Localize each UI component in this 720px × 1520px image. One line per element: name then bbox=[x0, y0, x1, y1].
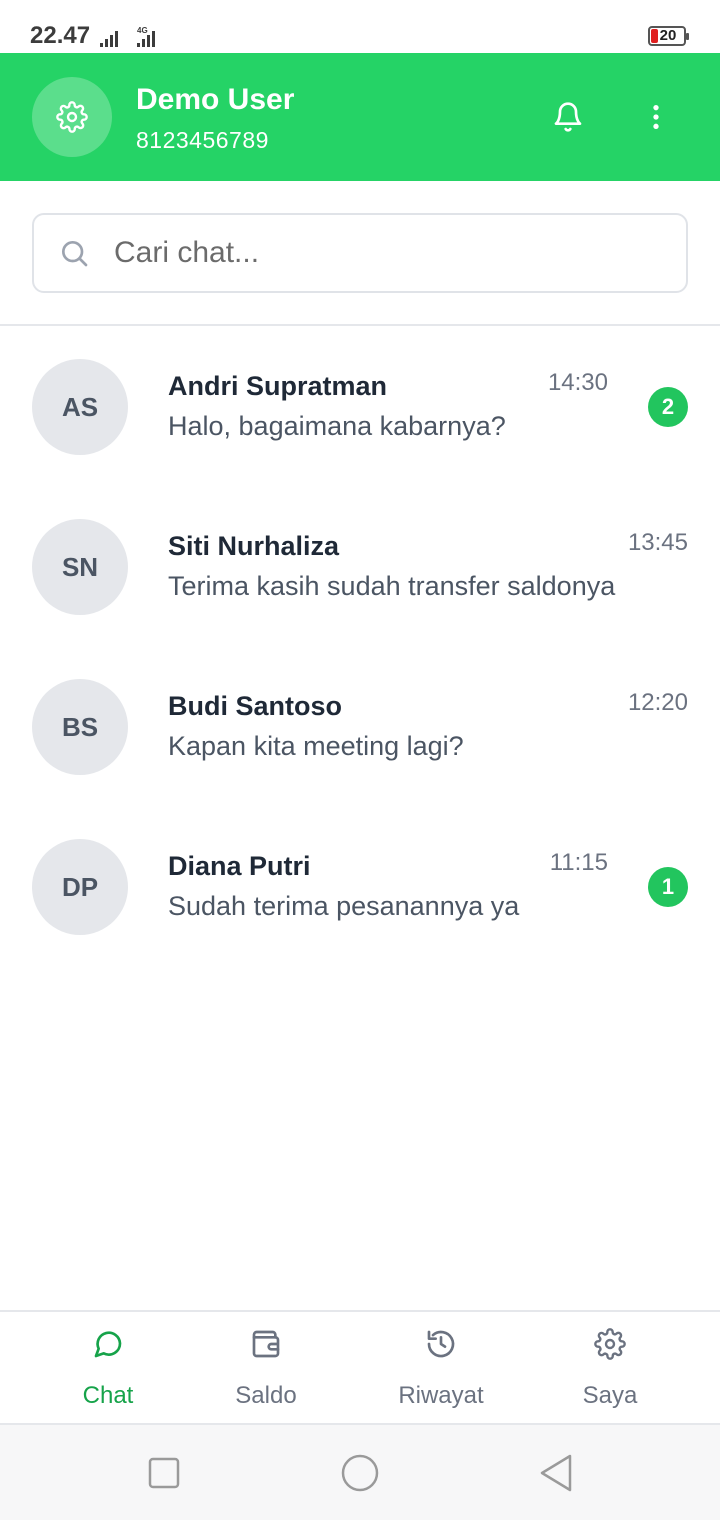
more-vertical-icon bbox=[653, 105, 659, 129]
nav-label: Saldo bbox=[235, 1382, 297, 1409]
nav-item-riwayat[interactable]: Riwayat bbox=[381, 1312, 501, 1425]
history-icon bbox=[427, 1330, 455, 1358]
search-input[interactable] bbox=[114, 229, 654, 277]
app-header: Demo User 8123456789 bbox=[0, 53, 720, 181]
message-time: 14:30 bbox=[547, 369, 608, 396]
message-time: 13:45 bbox=[627, 529, 688, 556]
chat-list: AS Andri Supratman Halo, bagaimana kabar… bbox=[0, 327, 720, 967]
avatar: DP bbox=[32, 839, 128, 935]
chat-bubble-icon bbox=[94, 1331, 122, 1358]
triangle-back-icon bbox=[540, 1454, 572, 1492]
contact-name: Diana Putri bbox=[168, 851, 311, 881]
wallet-icon bbox=[252, 1330, 280, 1358]
user-phone: 8123456789 bbox=[136, 127, 269, 153]
nav-label: Riwayat bbox=[398, 1382, 484, 1409]
battery-level: 20 bbox=[659, 27, 677, 44]
profile-avatar[interactable] bbox=[32, 77, 112, 157]
gear-icon bbox=[56, 101, 88, 133]
bottom-nav: Chat Saldo Riwayat Saya bbox=[0, 1310, 720, 1425]
search-box[interactable] bbox=[32, 213, 688, 293]
battery-icon: 20 bbox=[648, 26, 689, 46]
avatar: SN bbox=[32, 519, 128, 615]
contact-name: Budi Santoso bbox=[168, 691, 342, 721]
back-button[interactable] bbox=[536, 1453, 576, 1493]
status-time: 22.47 bbox=[30, 22, 91, 49]
notifications-button[interactable] bbox=[548, 97, 588, 137]
bell-icon bbox=[554, 102, 582, 132]
signal-icon: 4G bbox=[100, 26, 155, 47]
chat-item[interactable]: SN Siti Nurhaliza Terima kasih sudah tra… bbox=[0, 487, 720, 647]
system-nav-bar bbox=[0, 1425, 720, 1520]
home-button[interactable] bbox=[340, 1453, 380, 1493]
chat-item[interactable]: BS Budi Santoso Kapan kita meeting lagi?… bbox=[0, 647, 720, 807]
recent-apps-button[interactable] bbox=[144, 1453, 184, 1493]
contact-name: Andri Supratman bbox=[168, 371, 388, 401]
search-icon bbox=[62, 241, 88, 267]
avatar: BS bbox=[32, 679, 128, 775]
nav-label: Chat bbox=[82, 1382, 134, 1409]
chat-item[interactable]: DP Diana Putri Sudah terima pesanannya y… bbox=[0, 807, 720, 967]
message-time: 11:15 bbox=[549, 849, 608, 876]
unread-badge: 2 bbox=[648, 387, 688, 427]
last-message: Terima kasih sudah transfer saldonya bbox=[168, 571, 616, 601]
square-icon bbox=[148, 1457, 180, 1489]
gear-icon bbox=[594, 1328, 626, 1360]
avatar: AS bbox=[32, 359, 128, 455]
network-type: 4G bbox=[137, 26, 148, 35]
last-message: Kapan kita meeting lagi? bbox=[168, 731, 464, 761]
circle-icon bbox=[341, 1454, 379, 1492]
nav-item-chat[interactable]: Chat bbox=[48, 1312, 168, 1425]
nav-item-saldo[interactable]: Saldo bbox=[206, 1312, 326, 1425]
last-message: Sudah terima pesanannya ya bbox=[168, 891, 520, 921]
user-name: Demo User bbox=[136, 83, 295, 116]
search-section bbox=[0, 181, 720, 326]
contact-name: Siti Nurhaliza bbox=[168, 531, 340, 561]
chat-item[interactable]: AS Andri Supratman Halo, bagaimana kabar… bbox=[0, 327, 720, 487]
nav-item-saya[interactable]: Saya bbox=[550, 1312, 670, 1425]
message-time: 12:20 bbox=[627, 689, 688, 716]
status-bar: 22.47 4G 20 bbox=[0, 0, 720, 53]
more-options-button[interactable] bbox=[636, 97, 676, 137]
last-message: Halo, bagaimana kabarnya? bbox=[168, 411, 506, 441]
unread-badge: 1 bbox=[648, 867, 688, 907]
nav-label: Saya bbox=[582, 1382, 638, 1409]
